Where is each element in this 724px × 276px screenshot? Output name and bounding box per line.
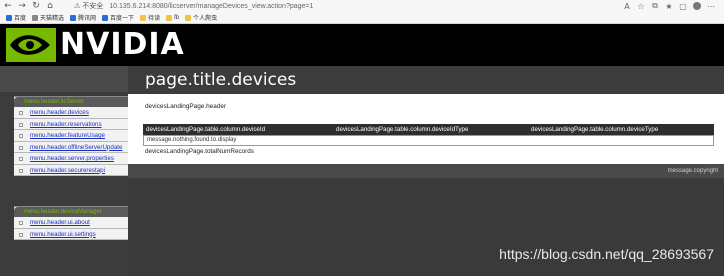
bookmark-folder[interactable]: fb xyxy=(166,14,179,21)
brand-wordmark: NVIDIA xyxy=(60,27,185,62)
favorites-list-icon[interactable]: ★ xyxy=(662,2,676,11)
browser-toolbar-icons: A ☆ ⧉ ★ ▢ ⋯ xyxy=(620,0,718,12)
brand-header: NVIDIA xyxy=(0,24,724,66)
bookmark-item[interactable]: 百度 xyxy=(6,13,26,22)
back-arrow-icon[interactable]: ← xyxy=(2,0,14,12)
bookmarks-bar: 百度 天猫精选 腾讯网 百度一下 待读 fb 个人爬虫 xyxy=(0,12,724,23)
landing-header: devicesLandingPage.header xyxy=(145,103,227,110)
column-header-device-id[interactable]: devicesLandingPage.table.column.deviceId xyxy=(143,126,333,133)
bookmark-icon xyxy=(70,14,77,21)
bullet-icon xyxy=(19,134,23,138)
bullet-icon xyxy=(19,232,23,237)
url-text[interactable]: 10.135.6.214:8080/licserver/manageDevice… xyxy=(109,3,313,10)
insecure-label: 不安全 xyxy=(82,3,104,10)
bullet-icon xyxy=(19,122,23,127)
table-header-row: devicesLandingPage.table.column.deviceId… xyxy=(143,124,714,135)
licserver-menu: menu.header.licServer menu.header.device… xyxy=(14,96,128,176)
bookmark-item[interactable]: 天猫精选 xyxy=(32,13,64,22)
folder-icon xyxy=(140,14,147,21)
bookmark-folder[interactable]: 个人爬虫 xyxy=(185,13,217,22)
home-icon[interactable]: ⌂ xyxy=(44,0,56,12)
sidebar-item-devices[interactable]: menu.header.devices xyxy=(14,107,128,119)
sidebar-top-band xyxy=(0,66,128,92)
sidebar-item-about[interactable]: menu.header.ui.about xyxy=(14,217,128,229)
sidebar-item-server-properties[interactable]: menu.header.server.properties xyxy=(14,153,128,165)
sidebar-item-offline-server-update[interactable]: menu.header.offlineServerUpdate xyxy=(14,141,128,153)
bookmark-icon xyxy=(6,14,12,21)
reload-icon[interactable]: ↻ xyxy=(30,0,42,12)
folder-icon xyxy=(166,14,173,21)
menu-header-device-manager: menu.header.deviceManager xyxy=(14,207,128,217)
copyright-text: message.copyright xyxy=(667,168,718,174)
bullet-icon xyxy=(19,221,23,225)
footer-bar xyxy=(128,164,724,178)
bookmark-item[interactable]: 腾讯网 xyxy=(70,13,96,22)
sidebar-item-settings[interactable]: menu.header.ui.settings xyxy=(14,228,128,240)
warning-icon: ⚠ xyxy=(74,2,81,10)
forward-arrow-icon[interactable]: → xyxy=(16,0,28,12)
sidebar-item-feature-usage[interactable]: menu.header.featureUsage xyxy=(14,130,128,142)
read-aloud-icon[interactable]: A xyxy=(620,2,634,11)
device-manager-menu: menu.header.deviceManager menu.header.ui… xyxy=(14,206,128,240)
favorite-star-icon[interactable]: ☆ xyxy=(634,2,648,11)
bullet-icon xyxy=(19,111,23,115)
sidebar-item-secure-rest-api[interactable]: menu.header.securerestapi xyxy=(14,164,128,176)
tab-actions-icon[interactable]: ⧉ xyxy=(648,1,662,11)
nvidia-eye-logo-icon xyxy=(6,28,56,62)
folder-icon xyxy=(185,14,192,21)
profile-avatar[interactable] xyxy=(693,2,701,10)
bullet-icon xyxy=(19,145,23,150)
column-header-device-type[interactable]: devicesLandingPage.table.column.deviceTy… xyxy=(528,126,714,133)
menu-header-licserver: menu.header.licServer xyxy=(14,97,128,107)
bookmark-icon xyxy=(32,14,39,21)
browser-chrome: ← → ↻ ⌂ ⚠ 不安全 10.135.6.214:8080/licserve… xyxy=(0,0,724,24)
bookmark-icon xyxy=(102,14,109,21)
bookmark-folder[interactable]: 待读 xyxy=(140,13,160,22)
total-records: devicesLandingPage.totalNumRecords xyxy=(145,148,254,155)
bullet-icon xyxy=(19,157,23,161)
column-header-device-id-type[interactable]: devicesLandingPage.table.column.deviceId… xyxy=(333,126,528,133)
bookmark-item[interactable]: 百度一下 xyxy=(102,13,134,22)
sidebar-item-reservations[interactable]: menu.header.reservations xyxy=(14,118,128,130)
address-bar[interactable]: ⚠ 不安全 10.135.6.214:8080/licserver/manage… xyxy=(74,1,313,11)
devices-table: devicesLandingPage.table.column.deviceId… xyxy=(143,124,714,146)
more-menu-icon[interactable]: ⋯ xyxy=(704,2,718,11)
collections-icon[interactable]: ▢ xyxy=(676,2,690,11)
bullet-icon xyxy=(19,168,23,173)
watermark-text: https://blog.csdn.net/qq_28693567 xyxy=(499,246,714,262)
empty-table-message: message.nothing.found.to.display xyxy=(143,135,714,146)
page-title: page.title.devices xyxy=(145,70,297,90)
